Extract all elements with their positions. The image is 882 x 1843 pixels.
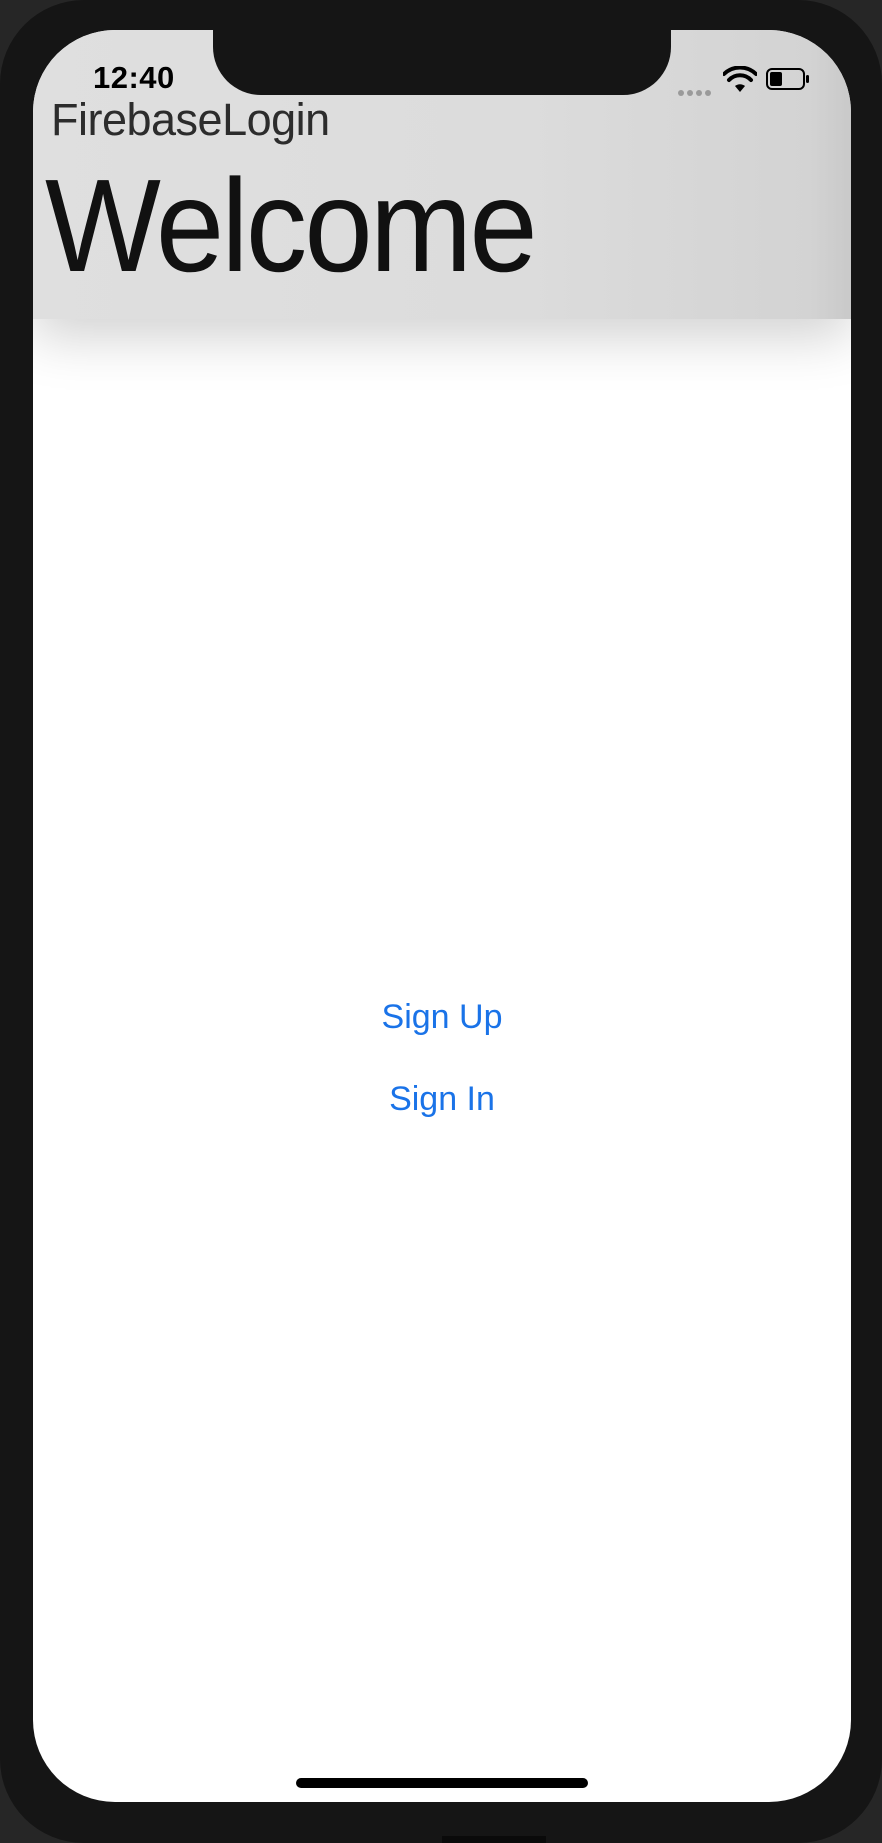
status-time: 12:40 <box>93 60 175 95</box>
cellular-signal-icon <box>678 83 714 96</box>
phone-screen: 12:40 FirebaseLogin Welcome Sign Up Sign… <box>33 30 851 1802</box>
wifi-icon <box>723 66 757 92</box>
welcome-heading: Welcome <box>45 152 538 299</box>
phone-frame: 12:40 FirebaseLogin Welcome Sign Up Sign… <box>0 0 882 1843</box>
sign-in-button[interactable]: Sign In <box>33 1080 851 1119</box>
app-title: FirebaseLogin <box>51 94 330 145</box>
home-indicator[interactable] <box>296 1778 588 1788</box>
notch <box>213 30 671 95</box>
sign-up-button[interactable]: Sign Up <box>33 998 851 1037</box>
battery-icon <box>766 68 809 90</box>
header-bar: 12:40 FirebaseLogin Welcome <box>33 30 851 319</box>
desktop-background: 12:40 FirebaseLogin Welcome Sign Up Sign… <box>0 0 882 1843</box>
frame-bottom-edge <box>442 1836 546 1843</box>
